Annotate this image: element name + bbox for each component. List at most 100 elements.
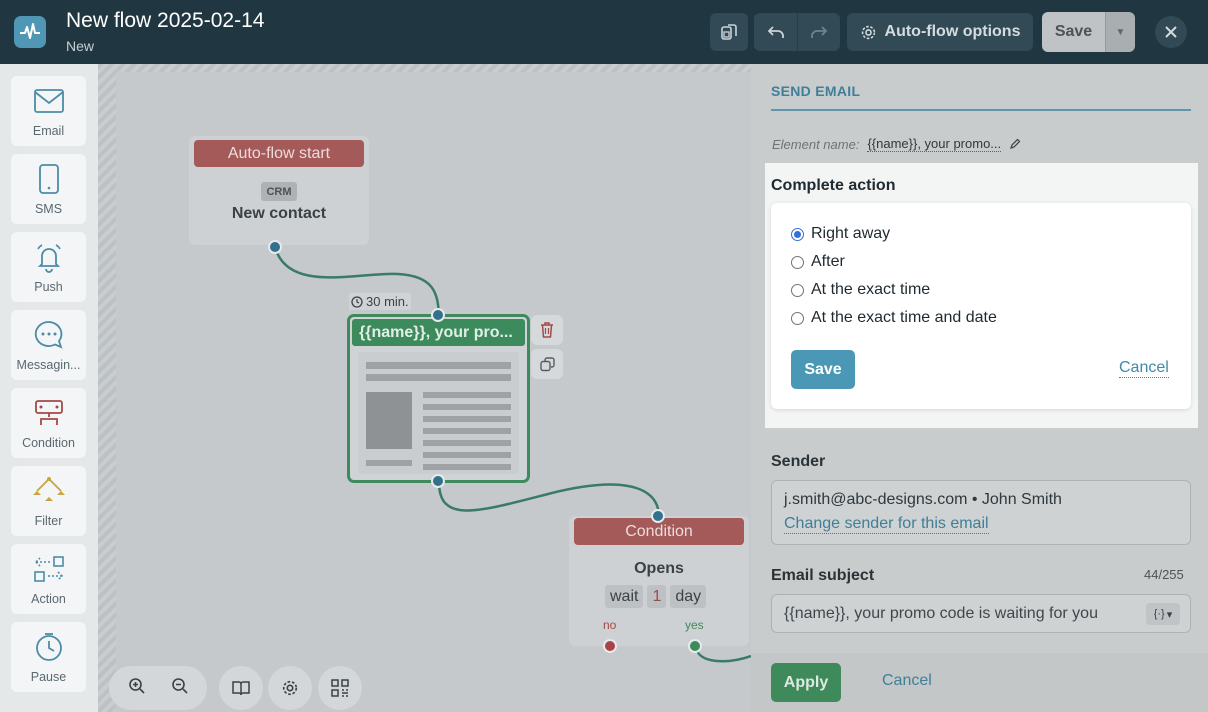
flask-icon (721, 24, 737, 40)
palette-item-label: Condition (22, 436, 75, 450)
complete-action-save-button[interactable]: Save (791, 350, 855, 389)
radio-button[interactable] (791, 255, 804, 269)
minimap-button[interactable] (318, 666, 362, 710)
option-label: After (811, 253, 845, 270)
save-flow-button[interactable]: Save (1042, 12, 1105, 52)
radio-button[interactable] (791, 283, 804, 297)
redo-button[interactable] (797, 13, 840, 51)
option-label: At the exact time and date (811, 309, 997, 326)
email-subject-input[interactable]: {{name}}, your promo code is waiting for… (771, 594, 1191, 633)
element-name-label: Element name: (772, 136, 860, 152)
complete-action-cancel-link[interactable]: Cancel (1119, 359, 1169, 378)
palette-item-label: Push (34, 280, 63, 294)
node-label: Opens (634, 560, 684, 577)
option-label: Right away (811, 225, 891, 242)
flow-node-email[interactable]: {{name}}, your pro... (347, 314, 530, 483)
element-name-row: Element name: {{name}}, your promo... (772, 136, 1021, 152)
palette-item-push[interactable]: Push (11, 232, 86, 302)
element-settings-panel: SEND EMAIL Element name: {{name}}, your … (751, 64, 1208, 712)
branch-no-label: no (603, 618, 617, 632)
option-label: At the exact time (811, 281, 931, 298)
redo-icon (811, 26, 828, 38)
undo-button[interactable] (754, 13, 797, 51)
zoom-controls (109, 666, 207, 710)
action-icon (33, 556, 64, 582)
node-output-port[interactable] (268, 240, 282, 254)
branch-no-port[interactable] (603, 639, 617, 653)
palette-item-pause[interactable]: Pause (11, 622, 86, 692)
palette-item-label: Messagin... (16, 358, 81, 372)
complete-action-title: Complete action (771, 177, 896, 194)
option-exact-time[interactable]: At the exact time (791, 281, 930, 299)
bell-icon (36, 244, 61, 273)
test-flow-button[interactable] (710, 13, 748, 51)
flow-node-start[interactable]: Auto-flow start CRM New contact (189, 136, 369, 245)
palette-item-label: Action (31, 592, 66, 606)
zoom-in-button[interactable] (128, 677, 146, 700)
element-name-value[interactable]: {{name}}, your promo... (867, 136, 1002, 152)
panel-footer: Apply Cancel (751, 653, 1208, 712)
palette-item-condition[interactable]: Condition (11, 388, 86, 458)
delete-node-button[interactable] (531, 315, 563, 345)
panel-title-underline (771, 109, 1191, 111)
undo-icon (767, 26, 784, 38)
option-after[interactable]: After (791, 253, 845, 271)
save-split-button: Save ▼ (1042, 12, 1135, 52)
node-output-port[interactable] (431, 474, 445, 488)
zoom-out-button[interactable] (171, 677, 189, 700)
chevron-down-icon: ▼ (1115, 26, 1126, 38)
palette-item-messaging[interactable]: Messagin... (11, 310, 86, 380)
apply-button[interactable]: Apply (771, 663, 841, 702)
auto-flow-options-label: Auto-flow options (884, 23, 1021, 40)
palette-item-action[interactable]: Action (11, 544, 86, 614)
palette-item-label: Pause (30, 670, 67, 684)
change-sender-link[interactable]: Change sender for this email (784, 515, 989, 534)
palette-item-label: Filter (34, 514, 63, 528)
complete-action-section: Complete action Right away After At the … (765, 163, 1198, 428)
auto-flow-options-button[interactable]: Auto-flow options (847, 13, 1033, 51)
palette-item-sms[interactable]: SMS (11, 154, 86, 224)
envelope-icon (33, 89, 64, 113)
canvas-settings-button[interactable] (268, 666, 312, 710)
grid-icon (331, 679, 349, 697)
sender-field: j.smith@abc-designs.com • John Smith Cha… (771, 480, 1191, 545)
footer-cancel-button[interactable]: Cancel (882, 672, 932, 690)
undo-redo-group (754, 13, 840, 51)
wait-word: wait (605, 585, 644, 608)
palette-item-label: Email (32, 124, 65, 138)
branch-yes-port[interactable] (688, 639, 702, 653)
save-options-dropdown[interactable]: ▼ (1105, 12, 1135, 52)
option-exact-time-and-date[interactable]: At the exact time and date (791, 309, 997, 327)
radio-button[interactable] (791, 227, 804, 241)
palette-item-email[interactable]: Email (11, 76, 86, 146)
node-input-port[interactable] (651, 509, 665, 523)
wait-number: 1 (647, 585, 667, 608)
radio-button[interactable] (791, 311, 804, 325)
braces-icon: {·} (1153, 608, 1165, 620)
palette-item-filter[interactable]: Filter (11, 466, 86, 536)
flow-node-condition[interactable]: Condition Opens wait 1 day no yes (569, 516, 749, 646)
chat-bubble-icon (34, 321, 62, 349)
book-icon (232, 681, 250, 696)
flow-title[interactable]: New flow 2025-02-14 (66, 9, 264, 33)
duplicate-node-button[interactable] (531, 349, 563, 379)
node-input-port[interactable] (431, 308, 445, 322)
delay-badge: 30 min. (349, 293, 411, 310)
wait-period: wait 1 day (605, 585, 707, 608)
option-right-away[interactable]: Right away (791, 225, 890, 243)
email-subject-label: Email subject (771, 567, 875, 584)
chevron-down-icon: ▾ (1166, 608, 1173, 621)
email-subject-value: {{name}}, your promo code is waiting for… (784, 605, 1098, 622)
palette-item-label: SMS (34, 202, 63, 216)
flow-canvas[interactable]: Auto-flow start CRM New contact 30 min. … (98, 64, 751, 712)
clock-icon (35, 633, 62, 661)
help-guide-button[interactable] (219, 666, 263, 710)
app-logo-icon[interactable] (14, 16, 46, 48)
close-editor-button[interactable] (1155, 16, 1187, 48)
zoom-out-icon (171, 677, 188, 694)
insert-variable-button[interactable]: {·} ▾ (1146, 603, 1180, 625)
node-label: New contact (231, 205, 327, 222)
subject-char-counter: 44/255 (1144, 567, 1184, 582)
node-header: {{name}}, your pro... (352, 319, 525, 346)
pencil-icon[interactable] (1009, 138, 1021, 150)
